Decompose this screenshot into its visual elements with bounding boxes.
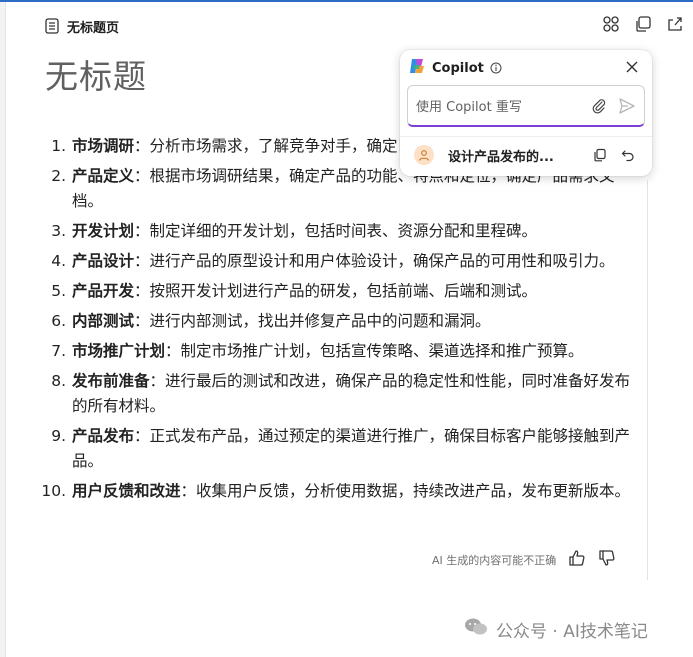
- copilot-suggestion[interactable]: 设计产品发布的...: [414, 143, 638, 167]
- list-desc: ：收集用户反馈，分析使用数据，持续改进产品，发布更新版本。: [180, 482, 631, 500]
- list-term: 开发计划: [72, 222, 135, 240]
- left-sidebar-edge: [0, 2, 6, 657]
- steps-list: 1. 市场调研：分析市场需求，了解竞争对手，确定目标客户群体。 2. 产品定义：根据…: [36, 134, 636, 509]
- apps-icon[interactable]: [601, 14, 621, 34]
- list-term: 内部测试: [72, 312, 135, 330]
- list-term: 市场推广计划: [72, 342, 166, 360]
- ai-disclaimer: AI 生成的内容可能不正确: [432, 554, 557, 567]
- list-desc: ：制定详细的开发计划，包括时间表、资源分配和里程碑。: [134, 222, 538, 240]
- list-number: 4.: [51, 252, 66, 270]
- list-item: 10. 用户反馈和改进：收集用户反馈，分析使用数据，持续改进产品，发布更新版本。: [36, 479, 636, 504]
- copilot-rewrite-input[interactable]: 使用 Copilot 重写: [407, 85, 645, 127]
- list-number: 2.: [51, 167, 66, 185]
- list-number: 8.: [51, 372, 66, 390]
- list-number: 7.: [51, 342, 66, 360]
- copilot-title: Copilot: [432, 60, 484, 76]
- copilot-header: Copilot: [408, 58, 640, 78]
- list-term: 产品设计: [72, 252, 135, 270]
- list-number: 6.: [51, 312, 66, 330]
- list-term: 用户反馈和改进: [72, 482, 181, 500]
- watermark: 公众号 · AI技术笔记: [464, 617, 648, 642]
- list-item: 4. 产品设计：进行产品的原型设计和用户体验设计，确保产品的可用性和吸引力。: [36, 249, 636, 274]
- wechat-icon: [464, 617, 488, 642]
- list-number: 9.: [51, 427, 66, 445]
- list-item: 6. 内部测试：进行内部测试，找出并修复产品中的问题和漏洞。: [36, 309, 636, 334]
- copy-page-icon[interactable]: [633, 14, 653, 34]
- header-title: 无标题页: [67, 20, 120, 36]
- list-term: 产品开发: [72, 282, 135, 300]
- info-icon[interactable]: [490, 59, 502, 78]
- list-item: 9. 产品发布：正式发布产品，通过预定的渠道进行推广，确保目标客户能够接触到产品。: [36, 424, 636, 474]
- list-number: 3.: [51, 222, 66, 240]
- page-margin-rule: [647, 180, 648, 580]
- document-icon: [45, 18, 59, 34]
- list-number: 1.: [51, 137, 66, 155]
- list-item: 5. 产品开发：按照开发计划进行产品的研发，包括前端、后端和测试。: [36, 279, 636, 304]
- watermark-text: 公众号 · AI技术笔记: [496, 622, 648, 642]
- list-number: 5.: [51, 282, 66, 300]
- page-title: 无标题: [45, 57, 147, 96]
- thumbs-up-icon[interactable]: [568, 549, 586, 571]
- list-number: 10.: [41, 482, 66, 500]
- list-desc: ：进行内部测试，找出并修复产品中的问题和漏洞。: [134, 312, 491, 330]
- list-term: 产品发布: [72, 427, 135, 445]
- copilot-logo-icon: [408, 57, 426, 79]
- list-item: 7. 市场推广计划：制定市场推广计划，包括宣传策略、渠道选择和推广预算。: [36, 339, 636, 364]
- list-term: 市场调研: [72, 137, 135, 155]
- share-icon[interactable]: [665, 14, 685, 34]
- list-desc: ：进行产品的原型设计和用户体验设计，确保产品的可用性和吸引力。: [134, 252, 615, 270]
- copilot-panel: Copilot 使用 Copilot 重写 设计产品发布的...: [400, 50, 652, 176]
- top-accent-line: [0, 0, 693, 2]
- list-term: 发布前准备: [72, 372, 150, 390]
- list-term: 产品定义: [72, 167, 135, 185]
- user-avatar-icon: [414, 145, 434, 165]
- feedback-row: AI 生成的内容可能不正确: [432, 549, 616, 571]
- thumbs-down-icon[interactable]: [598, 549, 616, 571]
- list-item: 8. 发布前准备：进行最后的测试和改进，确保产品的稳定性和性能，同时准备好发布的所…: [36, 369, 636, 419]
- list-desc: ：制定市场推广计划，包括宣传策略、渠道选择和推广预算。: [165, 342, 584, 360]
- copilot-input-placeholder: 使用 Copilot 重写: [416, 100, 522, 115]
- list-desc: ：正式发布产品，通过预定的渠道进行推广，确保目标客户能够接触到产品。: [72, 427, 631, 470]
- copilot-divider: [400, 136, 652, 137]
- attach-icon[interactable]: [588, 95, 610, 117]
- copy-icon[interactable]: [590, 145, 610, 165]
- copilot-suggestion-text: 设计产品发布的...: [448, 149, 554, 165]
- list-desc: ：按照开发计划进行产品的研发，包括前端、后端和测试。: [134, 282, 538, 300]
- list-item: 3. 开发计划：制定详细的开发计划，包括时间表、资源分配和里程碑。: [36, 219, 636, 244]
- send-icon[interactable]: [616, 95, 638, 117]
- list-desc: ：进行最后的测试和改进，确保产品的稳定性和性能，同时准备好发布的所有材料。: [72, 372, 631, 415]
- close-icon[interactable]: [624, 59, 640, 75]
- page-header: 无标题页: [45, 14, 119, 38]
- top-actions: [601, 14, 685, 34]
- undo-icon[interactable]: [618, 145, 638, 165]
